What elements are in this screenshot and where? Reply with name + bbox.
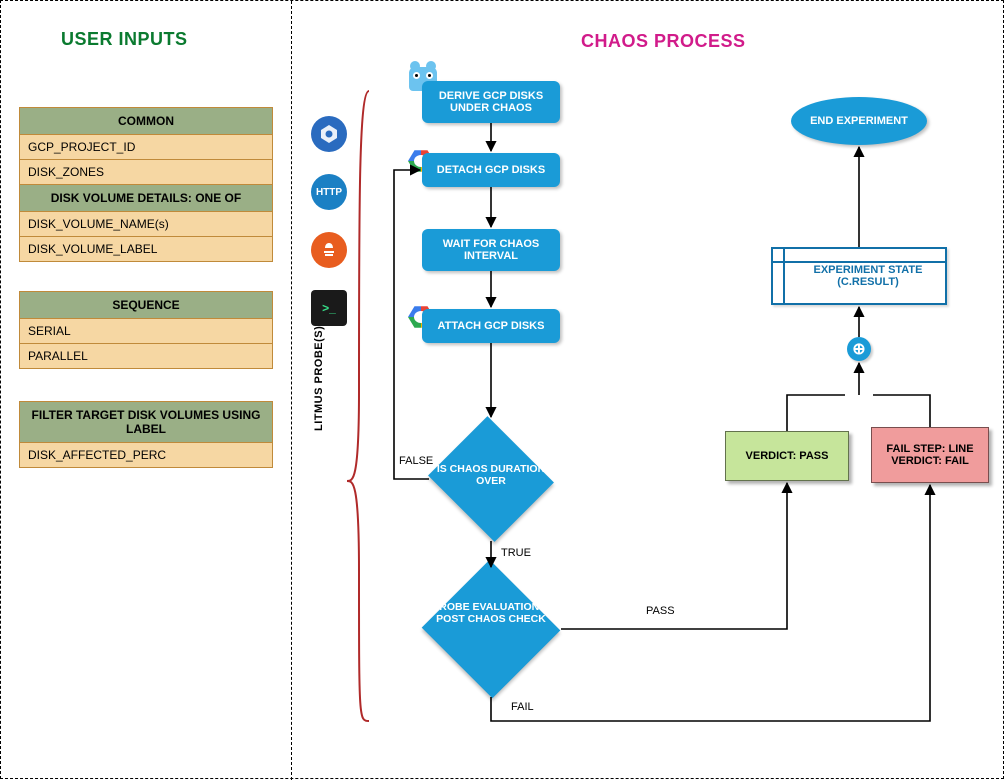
step-wait: WAIT FOR CHAOS INTERVAL bbox=[422, 229, 560, 271]
table-common: COMMON GCP_PROJECT_ID DISK_ZONES DISK VO… bbox=[19, 107, 273, 262]
litmus-probes-label: LITMUS PROBE(S) bbox=[313, 326, 325, 431]
table-row: DISK_ZONES bbox=[20, 160, 272, 185]
verdict-pass: VERDICT: PASS bbox=[725, 431, 849, 481]
decision-probe bbox=[422, 560, 561, 699]
table-row: SERIAL bbox=[20, 319, 272, 344]
table-row: DISK_AFFECTED_PERC bbox=[20, 443, 272, 467]
table-header: COMMON bbox=[20, 108, 272, 135]
table-header: FILTER TARGET DISK VOLUMES USING LABEL bbox=[20, 402, 272, 443]
decision-probe-label: PROBE EVALUATION & POST CHAOS CHECK bbox=[426, 601, 556, 625]
table-sequence: SEQUENCE SERIAL PARALLEL bbox=[19, 291, 273, 369]
section-title-user-inputs: USER INPUTS bbox=[61, 29, 188, 50]
table-row: DISK_VOLUME_LABEL bbox=[20, 237, 272, 261]
experiment-state: EXPERIMENT STATE (C.RESULT) bbox=[771, 247, 947, 305]
edge-label-pass: PASS bbox=[646, 605, 675, 617]
edge-label-true: TRUE bbox=[501, 547, 531, 559]
terminal-icon: >_ bbox=[311, 290, 347, 326]
merge-node: ⊕ bbox=[847, 337, 871, 361]
edge-label-fail: FAIL bbox=[511, 701, 534, 713]
table-row: DISK_VOLUME_NAME(s) bbox=[20, 212, 272, 237]
probe-icon-column: HTTP >_ bbox=[311, 116, 347, 348]
step-derive: DERIVE GCP DISKS UNDER CHAOS bbox=[422, 81, 560, 123]
vertical-divider bbox=[291, 1, 292, 780]
edge-label-false: FALSE bbox=[399, 455, 433, 467]
http-icon: HTTP bbox=[311, 174, 347, 210]
table-row: PARALLEL bbox=[20, 344, 272, 368]
end-experiment: END EXPERIMENT bbox=[791, 97, 927, 145]
diagram-canvas: USER INPUTS CHAOS PROCESS COMMON GCP_PRO… bbox=[0, 0, 1004, 779]
decision-duration-label: IS CHAOS DURATION OVER bbox=[426, 463, 556, 487]
section-title-chaos-process: CHAOS PROCESS bbox=[581, 31, 746, 52]
table-filter: FILTER TARGET DISK VOLUMES USING LABEL D… bbox=[19, 401, 273, 468]
step-attach: ATTACH GCP DISKS bbox=[422, 309, 560, 343]
verdict-fail: FAIL STEP: LINE VERDICT: FAIL bbox=[871, 427, 989, 483]
table-header: SEQUENCE bbox=[20, 292, 272, 319]
k8s-icon bbox=[311, 116, 347, 152]
prometheus-icon bbox=[311, 232, 347, 268]
step-detach: DETACH GCP DISKS bbox=[422, 153, 560, 187]
table-row: GCP_PROJECT_ID bbox=[20, 135, 272, 160]
table-header: DISK VOLUME DETAILS: ONE OF bbox=[20, 185, 272, 212]
